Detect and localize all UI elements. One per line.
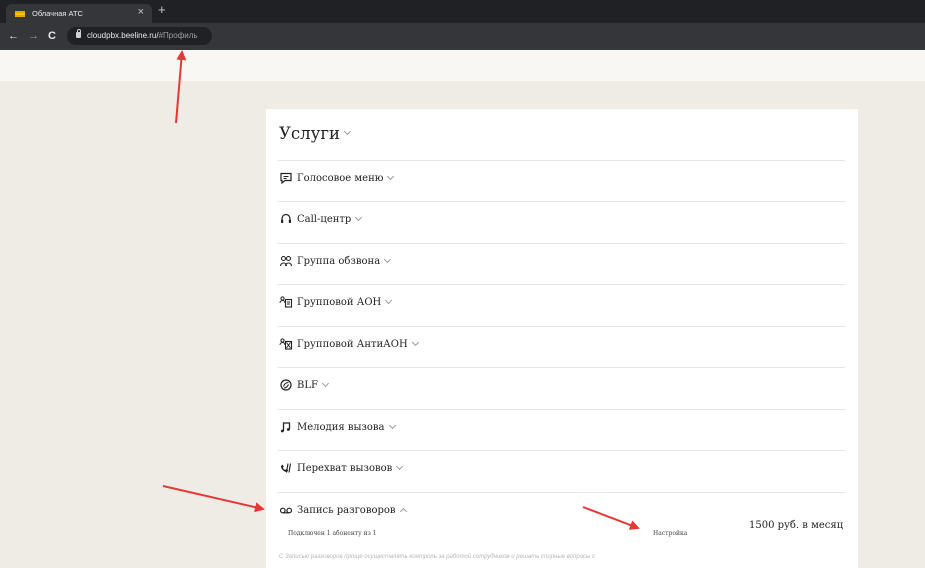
divider — [278, 367, 845, 368]
recording-settings-link[interactable]: Настройка — [653, 530, 687, 537]
service-row-voice-menu[interactable]: Голосовое меню — [279, 168, 395, 188]
divider — [278, 450, 845, 451]
beeline-favicon-icon — [15, 10, 25, 17]
service-row-ringtone[interactable]: Мелодия вызова — [279, 417, 396, 437]
service-label: Групповой АнтиАОН — [297, 338, 408, 350]
services-header[interactable]: Услуги — [279, 119, 352, 147]
divider — [278, 201, 845, 202]
url-hash: #Профиль — [158, 31, 198, 40]
url-host: cloudpbx.beeline.ru/ — [87, 31, 159, 40]
back-icon[interactable]: ← — [8, 29, 19, 43]
headset-icon — [281, 213, 291, 223]
recording-price: 1500 руб. в месяц — [749, 520, 844, 531]
service-row-blf[interactable]: BLF — [279, 375, 329, 395]
page-header-band — [0, 50, 925, 81]
anti-caller-id-icon — [279, 338, 293, 350]
service-label: Группа обзвона — [297, 255, 381, 267]
chevron-up-icon — [399, 507, 407, 515]
divider — [278, 284, 845, 285]
divider — [278, 492, 845, 493]
recording-connected-status: Подключен 1 абоненту из 1 — [288, 530, 377, 537]
chevron-down-icon — [343, 127, 352, 135]
divider — [278, 160, 845, 161]
divider — [278, 409, 845, 410]
arrow-to-call-recording — [162, 485, 265, 513]
service-label: Групповой АОН — [297, 296, 382, 308]
divider — [278, 326, 845, 327]
service-label: Голосовое меню — [297, 172, 384, 184]
service-label: BLF — [297, 379, 318, 391]
call-intercept-icon — [281, 463, 292, 473]
chevron-down-icon — [411, 338, 419, 346]
caller-id-icon — [279, 296, 293, 308]
service-row-call-group[interactable]: Группа обзвона — [279, 251, 392, 271]
service-row-call-center[interactable]: Call-центр — [279, 209, 363, 229]
chevron-down-icon — [396, 462, 404, 470]
recording-description: С Записью разговоров проще осуществлять … — [279, 554, 596, 560]
new-tab-icon[interactable]: + — [158, 3, 166, 17]
service-row-call-recording[interactable]: Запись разговоров — [279, 500, 407, 520]
service-label: Мелодия вызова — [297, 421, 385, 433]
address-bar[interactable]: cloudpbx.beeline.ru/#Профиль — [67, 27, 212, 45]
browser-tab-bar: Облачная АТС × + — [0, 0, 925, 23]
services-card: Услуги Голосовое меню Call-центр Группа … — [266, 109, 858, 568]
service-label: Перехват вызовов — [297, 462, 393, 474]
chevron-down-icon — [385, 296, 393, 304]
voicemail-icon — [279, 507, 293, 514]
chevron-down-icon — [321, 379, 329, 387]
chevron-down-icon — [355, 213, 363, 221]
music-note-icon — [280, 422, 291, 433]
blf-icon — [280, 379, 292, 391]
forward-icon[interactable]: → — [28, 29, 39, 43]
chat-bubble-icon — [280, 172, 292, 185]
chevron-down-icon — [384, 255, 392, 263]
service-row-group-anti-aon[interactable]: Групповой АнтиАОН — [279, 334, 419, 354]
lock-icon — [76, 29, 81, 38]
service-row-call-pickup[interactable]: Перехват вызовов — [279, 458, 404, 478]
group-icon — [279, 255, 293, 267]
tab-close-icon[interactable]: × — [138, 7, 144, 18]
chevron-down-icon — [388, 421, 396, 429]
browser-toolbar: ← → C cloudpbx.beeline.ru/#Профиль — [0, 23, 925, 50]
divider — [278, 243, 845, 244]
browser-tab[interactable]: Облачная АТС × — [6, 4, 152, 23]
reload-icon[interactable]: C — [48, 29, 56, 43]
url-text: cloudpbx.beeline.ru/#Профиль — [87, 31, 198, 40]
service-label: Call-центр — [297, 213, 352, 225]
tab-title: Облачная АТС — [32, 9, 83, 18]
service-label: Запись разговоров — [297, 504, 396, 516]
services-title: Услуги — [279, 123, 340, 143]
service-row-group-aon[interactable]: Групповой АОН — [279, 292, 393, 312]
chevron-down-icon — [387, 172, 395, 180]
